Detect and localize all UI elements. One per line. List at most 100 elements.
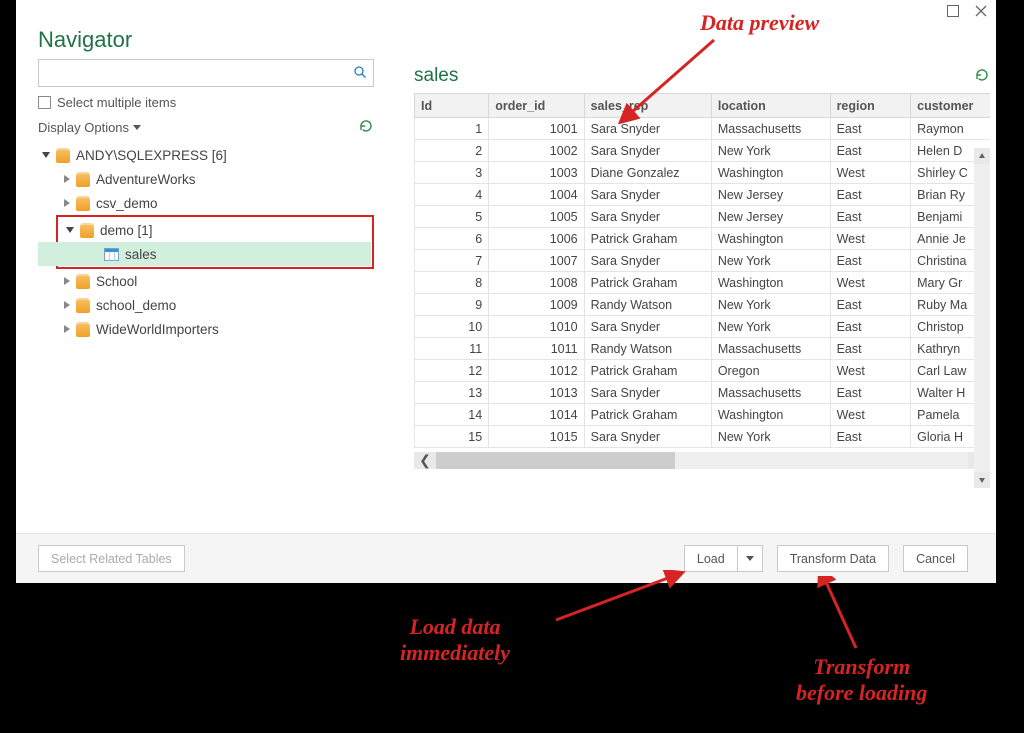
table-cell: 7 [415, 250, 489, 272]
database-icon [76, 274, 90, 289]
table-cell: 1014 [489, 404, 584, 426]
table-cell: Diane Gonzalez [584, 162, 711, 184]
expand-icon[interactable] [42, 152, 50, 158]
tree-db-label: School [96, 274, 137, 289]
table-cell: West [830, 272, 911, 294]
tree-db-node[interactable]: school_demo [38, 293, 374, 317]
preview-panel: sales Idorder_idsales_replocationregionc… [386, 59, 996, 533]
table-cell: 12 [415, 360, 489, 382]
select-multiple-label: Select multiple items [57, 95, 176, 110]
tree-table-node[interactable]: sales [38, 242, 371, 266]
select-multiple-row[interactable]: Select multiple items [38, 87, 374, 114]
table-cell: Massachusetts [711, 382, 830, 404]
expand-icon[interactable] [64, 301, 70, 309]
scroll-left-icon[interactable]: ❮ [414, 452, 436, 469]
table-row[interactable]: 31003Diane GonzalezWashingtonWestShirley… [415, 162, 991, 184]
table-row[interactable]: 131013Sara SnyderMassachusettsEastWalter… [415, 382, 991, 404]
checkbox-icon[interactable] [38, 96, 51, 109]
table-cell: Sara Snyder [584, 184, 711, 206]
column-header[interactable]: Id [415, 94, 489, 118]
maximize-icon[interactable] [946, 4, 960, 21]
scroll-up-icon[interactable] [974, 148, 990, 164]
table-row[interactable]: 111011Randy WatsonMassachusettsEastKathr… [415, 338, 991, 360]
table-row[interactable]: 91009Randy WatsonNew YorkEastRuby Ma [415, 294, 991, 316]
table-cell: 11 [415, 338, 489, 360]
table-cell: Washington [711, 162, 830, 184]
search-input[interactable] [38, 59, 374, 87]
navigator-panel: Select multiple items Display Options AN… [16, 59, 386, 533]
table-row[interactable]: 21002Sara SnyderNew YorkEastHelen D [415, 140, 991, 162]
transform-data-button[interactable]: Transform Data [777, 545, 889, 572]
table-cell: New Jersey [711, 184, 830, 206]
display-options-dropdown[interactable]: Display Options [38, 120, 141, 135]
column-header[interactable]: customer [911, 94, 990, 118]
table-row[interactable]: 61006Patrick GrahamWashingtonWestAnnie J… [415, 228, 991, 250]
table-cell: 4 [415, 184, 489, 206]
load-button[interactable]: Load [684, 545, 737, 572]
arrow-icon [816, 576, 876, 654]
table-cell: 6 [415, 228, 489, 250]
table-row[interactable]: 41004Sara SnyderNew JerseyEastBrian Ry [415, 184, 991, 206]
table-cell: Patrick Graham [584, 228, 711, 250]
scroll-down-icon[interactable] [974, 472, 990, 488]
tree-db-node[interactable]: demo [1] [62, 218, 372, 242]
tree-db-node[interactable]: AdventureWorks [38, 167, 374, 191]
data-grid[interactable]: Idorder_idsales_replocationregioncustome… [414, 93, 990, 448]
table-cell: 1004 [489, 184, 584, 206]
table-row[interactable]: 141014Patrick GrahamWashingtonWestPamela [415, 404, 991, 426]
expand-icon[interactable] [64, 277, 70, 285]
refresh-icon[interactable] [358, 118, 374, 137]
table-row[interactable]: 51005Sara SnyderNew JerseyEastBenjami [415, 206, 991, 228]
table-cell: Massachusetts [711, 338, 830, 360]
table-cell: New York [711, 316, 830, 338]
horizontal-scrollbar[interactable]: ❮ ❯ [414, 452, 990, 469]
table-cell: 1012 [489, 360, 584, 382]
load-dropdown-button[interactable] [737, 545, 763, 572]
table-cell: Patrick Graham [584, 360, 711, 382]
tree-db-node[interactable]: csv_demo [38, 191, 374, 215]
vertical-scrollbar[interactable] [974, 148, 990, 488]
server-icon [56, 148, 70, 163]
table-cell: 1007 [489, 250, 584, 272]
expand-icon[interactable] [64, 199, 70, 207]
table-cell: Sara Snyder [584, 426, 711, 448]
table-row[interactable]: 71007Sara SnyderNew YorkEastChristina [415, 250, 991, 272]
table-row[interactable]: 151015Sara SnyderNew YorkEastGloria H [415, 426, 991, 448]
close-icon[interactable] [974, 4, 988, 21]
table-row[interactable]: 11001Sara SnyderMassachusettsEastRaymon [415, 118, 991, 140]
chevron-down-icon [746, 556, 754, 561]
table-row[interactable]: 121012Patrick GrahamOregonWestCarl Law [415, 360, 991, 382]
tree-db-node[interactable]: WideWorldImporters [38, 317, 374, 341]
table-cell: Sara Snyder [584, 250, 711, 272]
table-cell: New York [711, 250, 830, 272]
table-row[interactable]: 81008Patrick GrahamWashingtonWestMary Gr [415, 272, 991, 294]
table-cell: 10 [415, 316, 489, 338]
table-cell: West [830, 404, 911, 426]
table-cell: 8 [415, 272, 489, 294]
cancel-button[interactable]: Cancel [903, 545, 968, 572]
table-cell: 1006 [489, 228, 584, 250]
select-related-button[interactable]: Select Related Tables [38, 545, 185, 572]
tree-db-label: WideWorldImporters [96, 322, 219, 337]
table-row[interactable]: 101010Sara SnyderNew YorkEastChristop [415, 316, 991, 338]
table-cell: East [830, 206, 911, 228]
table-cell: 1010 [489, 316, 584, 338]
table-cell: Raymon [911, 118, 990, 140]
table-cell: 13 [415, 382, 489, 404]
search-icon [353, 65, 367, 82]
column-header[interactable]: location [711, 94, 830, 118]
database-icon [76, 298, 90, 313]
column-header[interactable]: order_id [489, 94, 584, 118]
column-header[interactable]: sales_rep [584, 94, 711, 118]
tree-server-node[interactable]: ANDY\SQLEXPRESS [6] [38, 143, 374, 167]
tree-db-node[interactable]: School [38, 269, 374, 293]
expand-icon[interactable] [64, 325, 70, 333]
table-cell: 1003 [489, 162, 584, 184]
table-cell: 14 [415, 404, 489, 426]
expand-icon[interactable] [66, 227, 74, 233]
table-cell: West [830, 162, 911, 184]
dialog-title: Navigator [16, 21, 996, 59]
expand-icon[interactable] [64, 175, 70, 183]
column-header[interactable]: region [830, 94, 911, 118]
refresh-icon[interactable] [974, 67, 990, 86]
